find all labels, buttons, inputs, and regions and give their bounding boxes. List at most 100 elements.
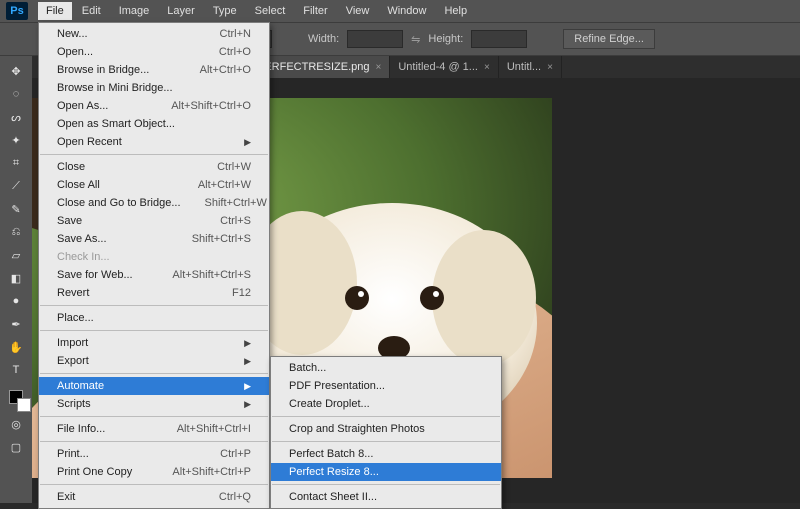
document-tab[interactable]: PERFECTRESIZE.png × (249, 56, 390, 78)
menu-item-label: Contact Sheet II... (289, 491, 377, 503)
file-menu-item-print-one-copy[interactable]: Print One CopyAlt+Shift+Ctrl+P (39, 463, 269, 481)
refine-edge-button[interactable]: Refine Edge... (563, 29, 655, 49)
file-menu-item-import[interactable]: Import▶ (39, 334, 269, 352)
dodge-tool[interactable]: ● (3, 290, 29, 312)
menu-item-shortcut: Shift+Ctrl+W (205, 197, 267, 209)
color-swatches[interactable] (3, 382, 29, 412)
automate-submenu: Batch... PDF Presentation...Create Drople… (270, 356, 502, 509)
move-tool[interactable]: ✥ (3, 60, 29, 82)
file-menu-item-file-info[interactable]: File Info... Alt+Shift+Ctrl+I (39, 420, 269, 438)
menu-separator (40, 305, 268, 306)
automate-item-create-droplet[interactable]: Create Droplet... (271, 395, 501, 413)
brush-tool[interactable]: ✎ (3, 198, 29, 220)
menu-item-label: Check In... (57, 251, 110, 263)
pen-tool[interactable]: ✒ (3, 313, 29, 335)
gradient-tool[interactable]: ◧ (3, 267, 29, 289)
screen-mode-tool[interactable]: ▢ (3, 436, 29, 458)
lasso-tool[interactable]: ᔕ (3, 106, 29, 128)
type-tool[interactable]: T (3, 359, 29, 381)
menu-item-label: Crop and Straighten Photos (289, 423, 425, 435)
file-menu-item-save-for-web[interactable]: Save for Web...Alt+Shift+Ctrl+S (39, 266, 269, 284)
file-menu-item-revert[interactable]: Revert F12 (39, 284, 269, 302)
chevron-right-icon: ▶ (244, 137, 251, 148)
menu-filter[interactable]: Filter (295, 2, 335, 20)
file-menu-item-place[interactable]: Place... (39, 309, 269, 327)
close-icon[interactable]: × (375, 62, 381, 73)
menu-item-label: Revert (57, 287, 89, 299)
automate-item-contact-sheet-ii[interactable]: Contact Sheet II... (271, 488, 501, 506)
eraser-tool[interactable]: ▱ (3, 244, 29, 266)
marquee-tool[interactable]: ◌ (3, 83, 29, 105)
menu-item-label: Open... (57, 46, 93, 58)
menu-help[interactable]: Help (436, 2, 475, 20)
menu-window[interactable]: Window (379, 2, 434, 20)
menu-item-shortcut: Alt+Shift+Ctrl+I (177, 423, 251, 435)
menu-item-label: Open as Smart Object... (57, 118, 175, 130)
menu-item-label: File Info... (57, 423, 105, 435)
stamp-tool[interactable]: ⎌ (3, 221, 29, 243)
opt-height-input[interactable] (471, 30, 527, 48)
file-menu-item-print[interactable]: Print...Ctrl+P (39, 445, 269, 463)
menu-separator (40, 373, 268, 374)
chevron-right-icon: ▶ (244, 356, 251, 367)
menu-item-shortcut: Alt+Ctrl+W (198, 179, 251, 191)
crop-tool[interactable]: ⌗ (3, 152, 29, 174)
file-menu-item-scripts[interactable]: Scripts▶ (39, 395, 269, 413)
automate-item-pdf-presentation[interactable]: PDF Presentation... (271, 377, 501, 395)
close-icon[interactable]: × (484, 62, 490, 73)
menu-item-label: Perfect Batch 8... (289, 448, 373, 460)
automate-item-perfect-batch-8[interactable]: Perfect Batch 8... (271, 445, 501, 463)
file-menu-item-open-as-smart-object[interactable]: Open as Smart Object... (39, 115, 269, 133)
file-menu: New...Ctrl+NOpen...Ctrl+OBrowse in Bridg… (38, 22, 270, 509)
file-menu-item-exit[interactable]: ExitCtrl+Q (39, 488, 269, 506)
hand-tool[interactable]: ✋ (3, 336, 29, 358)
menu-item-shortcut: Shift+Ctrl+S (192, 233, 251, 245)
close-icon[interactable]: × (547, 62, 553, 73)
file-menu-item-close-and-go-to-bridge[interactable]: Close and Go to Bridge...Shift+Ctrl+W (39, 194, 269, 212)
document-tab[interactable]: Untitled-4 @ 1...× (390, 56, 499, 78)
magic-wand-tool[interactable]: ✦ (3, 129, 29, 151)
menu-item-label: Save for Web... (57, 269, 133, 281)
menu-select[interactable]: Select (247, 2, 294, 20)
menu-item-label: Browse in Mini Bridge... (57, 82, 173, 94)
tab-label: PERFECTRESIZE.png (257, 61, 369, 73)
file-menu-item-close-all[interactable]: Close AllAlt+Ctrl+W (39, 176, 269, 194)
menu-item-label: Save (57, 215, 82, 227)
file-menu-item-save[interactable]: Save Ctrl+S (39, 212, 269, 230)
menu-layer[interactable]: Layer (159, 2, 203, 20)
menu-item-shortcut: Alt+Shift+Ctrl+O (171, 100, 251, 112)
menu-item-shortcut: Ctrl+S (220, 215, 251, 227)
chevron-right-icon: ▶ (244, 338, 251, 349)
menu-separator (40, 484, 268, 485)
automate-item-perfect-resize-8[interactable]: Perfect Resize 8... (271, 463, 501, 481)
app-logo: Ps (6, 2, 28, 20)
file-menu-item-open-as[interactable]: Open As...Alt+Shift+Ctrl+O (39, 97, 269, 115)
menu-image[interactable]: Image (111, 2, 158, 20)
file-menu-item-automate[interactable]: Automate▶ (39, 377, 269, 395)
file-menu-item-close[interactable]: CloseCtrl+W (39, 158, 269, 176)
file-menu-item-open-recent[interactable]: Open Recent▶ (39, 133, 269, 151)
menu-item-shortcut: Alt+Shift+Ctrl+P (172, 466, 251, 478)
automate-item-batch[interactable]: Batch... (271, 359, 501, 377)
file-menu-item-save-as[interactable]: Save As...Shift+Ctrl+S (39, 230, 269, 248)
menu-item-shortcut: Ctrl+P (220, 448, 251, 460)
menu-edit[interactable]: Edit (74, 2, 109, 20)
file-menu-item-new[interactable]: New...Ctrl+N (39, 25, 269, 43)
document-tab[interactable]: Untitl... × (499, 56, 562, 78)
file-menu-item-open[interactable]: Open...Ctrl+O (39, 43, 269, 61)
tab-label: Untitl... (507, 61, 541, 73)
menu-item-shortcut: F12 (232, 287, 251, 299)
file-menu-item-browse-in-mini-bridge[interactable]: Browse in Mini Bridge... (39, 79, 269, 97)
menu-separator (272, 484, 500, 485)
menu-view[interactable]: View (338, 2, 378, 20)
file-menu-item-browse-in-bridge[interactable]: Browse in Bridge...Alt+Ctrl+O (39, 61, 269, 79)
eyedropper-tool[interactable]: ⟋ (3, 175, 29, 197)
automate-item-crop-and-straighten-photos[interactable]: Crop and Straighten Photos (271, 420, 501, 438)
menu-item-label: Batch... (289, 362, 326, 374)
opt-width-input[interactable] (347, 30, 403, 48)
opt-link-icon[interactable]: ⇋ (411, 33, 420, 46)
quick-mask-tool[interactable]: ◎ (3, 413, 29, 435)
file-menu-item-export[interactable]: Export▶ (39, 352, 269, 370)
menu-type[interactable]: Type (205, 2, 245, 20)
menu-file[interactable]: File (38, 2, 72, 20)
